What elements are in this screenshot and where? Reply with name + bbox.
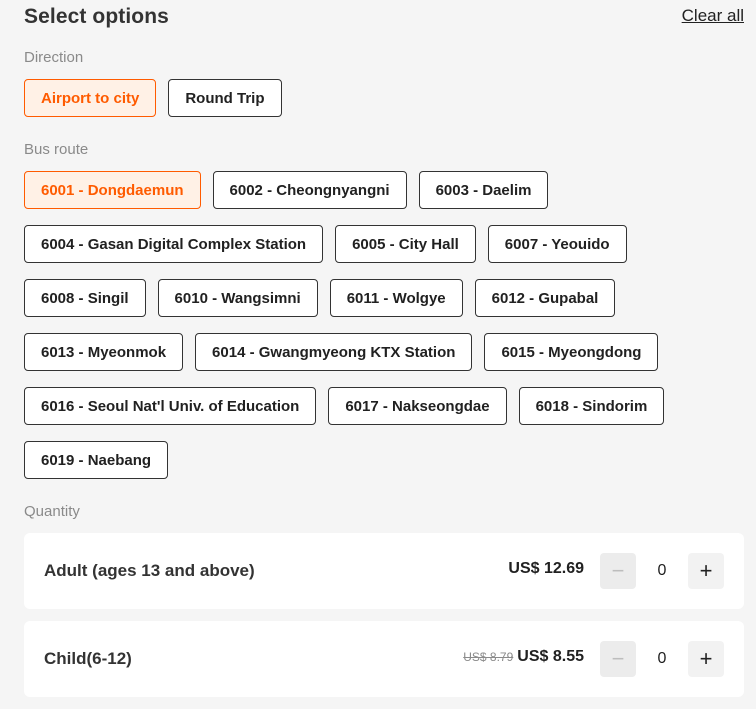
bus-route-row: 6008 - Singil 6010 - Wangsimni 6011 - Wo… <box>24 279 616 317</box>
route-option-6018[interactable]: 6018 - Sindorim <box>518 387 665 425</box>
bus-route-row: 6016 - Seoul Nat'l Univ. of Education 60… <box>24 387 665 425</box>
price-group: US$ 12.69 <box>504 560 584 578</box>
quantity-stepper: − 0 + <box>600 641 724 677</box>
current-price: US$ 12.69 <box>508 560 584 577</box>
clear-all-link[interactable]: Clear all <box>682 6 744 26</box>
route-option-6013[interactable]: 6013 - Myeonmok <box>24 333 184 371</box>
increment-button[interactable]: + <box>688 553 724 589</box>
plus-icon: + <box>699 558 713 583</box>
plus-icon: + <box>699 646 713 671</box>
bus-route-row: 6004 - Gasan Digital Complex Station 600… <box>24 225 627 263</box>
quantity-value: 0 <box>657 650 667 667</box>
options-header: Select options Clear all <box>24 0 744 34</box>
ticket-type-name: Child(6-12) <box>44 649 132 668</box>
quantity-row-child: Child(6-12) US$ 8.79 US$ 8.55 − 0 + <box>24 621 744 697</box>
route-option-6003[interactable]: 6003 - Daelim <box>418 171 549 209</box>
route-option-6008[interactable]: 6008 - Singil <box>24 279 146 317</box>
current-price: US$ 8.55 <box>517 648 584 665</box>
quantity-label: Quantity <box>24 503 80 520</box>
page-title: Select options <box>24 5 169 28</box>
route-option-6004[interactable]: 6004 - Gasan Digital Complex Station <box>24 225 324 263</box>
route-option-6002[interactable]: 6002 - Cheongnyangni <box>212 171 407 209</box>
route-option-6001[interactable]: 6001 - Dongdaemun <box>24 171 201 209</box>
direction-option-round-trip[interactable]: Round Trip <box>168 79 282 117</box>
quantity-row-adult: Adult (ages 13 and above) US$ 12.69 − 0 … <box>24 533 744 609</box>
ticket-type-name: Adult (ages 13 and above) <box>44 561 255 580</box>
route-option-6017[interactable]: 6017 - Nakseongdae <box>328 387 507 425</box>
bus-route-row: 6001 - Dongdaemun 6002 - Cheongnyangni 6… <box>24 171 549 209</box>
decrement-button[interactable]: − <box>600 553 636 589</box>
bus-route-row: 6013 - Myeonmok 6014 - Gwangmyeong KTX S… <box>24 333 659 371</box>
route-option-6014[interactable]: 6014 - Gwangmyeong KTX Station <box>195 333 473 371</box>
route-option-6016[interactable]: 6016 - Seoul Nat'l Univ. of Education <box>24 387 317 425</box>
quantity-stepper: − 0 + <box>600 553 724 589</box>
price-group: US$ 8.79 US$ 8.55 <box>463 648 584 666</box>
route-option-6010[interactable]: 6010 - Wangsimni <box>157 279 318 317</box>
route-option-6019[interactable]: 6019 - Naebang <box>24 441 169 479</box>
route-option-6007[interactable]: 6007 - Yeouido <box>487 225 627 263</box>
increment-button[interactable]: + <box>688 641 724 677</box>
route-option-6011[interactable]: 6011 - Wolgye <box>329 279 463 317</box>
decrement-button[interactable]: − <box>600 641 636 677</box>
quantity-value: 0 <box>657 562 667 579</box>
original-price: US$ 8.79 <box>463 650 514 664</box>
route-option-6012[interactable]: 6012 - Gupabal <box>474 279 616 317</box>
bus-route-row: 6019 - Naebang <box>24 441 169 479</box>
route-option-6005[interactable]: 6005 - City Hall <box>335 225 476 263</box>
route-option-6015[interactable]: 6015 - Myeongdong <box>484 333 659 371</box>
direction-options: Airport to city Round Trip <box>24 79 282 117</box>
minus-icon: − <box>611 558 625 583</box>
direction-label: Direction <box>24 49 84 66</box>
bus-route-label: Bus route <box>24 141 89 158</box>
direction-option-airport-to-city[interactable]: Airport to city <box>24 79 157 117</box>
minus-icon: − <box>611 646 625 671</box>
